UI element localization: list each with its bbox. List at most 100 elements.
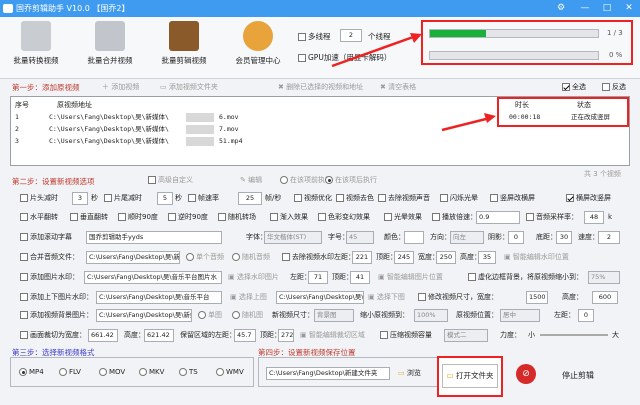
select-all-option[interactable]: 全选 — [562, 82, 586, 92]
scroll-subtitle-checkbox[interactable] — [20, 233, 28, 241]
size-height-input[interactable]: 600 — [592, 291, 618, 304]
single-audio-option[interactable]: 单个音频 — [186, 251, 224, 264]
choose-top-button[interactable]: ▣ 选择上图 — [230, 291, 267, 304]
bg-pic-path[interactable]: C:\Users\Fang\Desktop\吴\新媒体 — [96, 309, 192, 322]
color-picker[interactable] — [404, 231, 424, 244]
pic-watermark-checkbox[interactable] — [20, 273, 28, 281]
remove-audio-checkbox[interactable] — [378, 194, 386, 202]
fade-in-option[interactable]: 渐入效果 — [270, 210, 308, 224]
advanced-checkbox[interactable] — [148, 176, 156, 184]
select-all-checkbox[interactable] — [562, 83, 570, 91]
blur-background-checkbox[interactable] — [468, 273, 476, 281]
wm-height-input[interactable]: 35 — [478, 251, 496, 264]
light-effect-option[interactable]: 光晕效果 — [384, 210, 422, 224]
single-image-option[interactable]: 单图 — [198, 309, 222, 322]
scroll-text-input[interactable]: 国乔剪辑助手yyds — [86, 231, 222, 244]
scroll-speed-input[interactable]: 2 — [598, 231, 620, 244]
vflip-checkbox[interactable] — [70, 213, 78, 221]
clear-list-button[interactable]: ✖ 清空表格 — [380, 82, 416, 92]
single-image-radio[interactable] — [198, 311, 206, 319]
advanced-option[interactable]: 高级自定义 — [148, 175, 193, 185]
speed-select[interactable]: 0.9 — [476, 211, 520, 224]
batch-edit-button[interactable]: 批量剪辑视频 — [154, 21, 214, 66]
browse-button[interactable]: ▭ 浏览 — [398, 367, 421, 380]
size-width-input[interactable]: 1500 — [526, 291, 548, 304]
remove-watermark-option[interactable]: 去除视频水印 — [282, 250, 334, 264]
pic-watermark-path[interactable]: C:\Users\Fang\Desktop\吴\音乐平台图片水 — [84, 271, 222, 284]
shrink-select[interactable]: 100% — [414, 309, 448, 322]
close-button[interactable]: ✕ — [616, 0, 640, 17]
force-slider[interactable] — [540, 334, 608, 336]
random-transition-option[interactable]: 随机转场 — [218, 210, 256, 224]
decolor-checkbox[interactable] — [336, 194, 344, 202]
crop-checkbox[interactable] — [20, 331, 28, 339]
font-select[interactable]: 华文楷体(ST) — [264, 231, 322, 244]
keep-top-input[interactable]: 272 — [278, 329, 294, 342]
pic-watermark-option[interactable]: 添加图片水印： — [20, 270, 79, 284]
portrait-to-landscape-option[interactable]: 竖屏改横屏 — [490, 191, 535, 205]
batch-convert-button[interactable]: 批量转换视频 — [6, 21, 66, 66]
multithread-checkbox[interactable] — [298, 33, 306, 41]
random-image-option[interactable]: 随机图 — [232, 309, 263, 322]
wm-width-input[interactable]: 250 — [436, 251, 456, 264]
invert-option[interactable]: 反选 — [602, 82, 626, 92]
updown-pic-path[interactable]: C:\Users\Fang\Desktop\吴\音乐平台 — [96, 291, 222, 304]
format-wmv-radio[interactable] — [216, 368, 224, 376]
remove-watermark-checkbox[interactable] — [282, 253, 290, 261]
smart-watermark-button[interactable]: ▣ 智能编辑水印位置 — [504, 251, 569, 264]
pic-top-input[interactable]: 41 — [350, 271, 370, 284]
format-ts[interactable]: TS — [179, 366, 198, 379]
cut-tail-input[interactable]: 5 — [157, 192, 173, 205]
decolor-option[interactable]: 视频去色 — [336, 191, 374, 205]
updown-pic-option[interactable]: 添加上下图片水印： — [20, 290, 93, 304]
cut-head-checkbox[interactable] — [20, 194, 28, 202]
single-audio-radio[interactable] — [186, 253, 194, 261]
landscape-to-portrait-checkbox[interactable] — [566, 194, 574, 202]
member-center-button[interactable]: 会员管理中心 — [228, 21, 288, 66]
edit-button[interactable]: ✎ 编辑 — [240, 175, 262, 185]
rot90ccw-checkbox[interactable] — [168, 213, 176, 221]
after-radio[interactable] — [325, 176, 333, 184]
random-image-radio[interactable] — [232, 311, 240, 319]
fontsize-select[interactable]: 45 — [346, 231, 374, 244]
format-wmv[interactable]: WMV — [216, 366, 244, 379]
compress-mode-select[interactable]: 模式二 — [444, 329, 488, 342]
samplerate-checkbox[interactable] — [526, 213, 534, 221]
bg-left-input[interactable]: 0 — [578, 309, 594, 322]
optimize-option[interactable]: 视频优化 — [294, 191, 332, 205]
format-mkv-radio[interactable] — [139, 368, 147, 376]
random-audio-option[interactable]: 随机音频 — [232, 251, 270, 264]
modify-size-checkbox[interactable] — [418, 293, 426, 301]
new-size-select[interactable]: 背景图 — [314, 309, 354, 322]
random-audio-radio[interactable] — [232, 253, 240, 261]
bg-pic-option[interactable]: 添加视频背景图片： — [20, 308, 93, 322]
video-list[interactable]: 序号 原视频地址 时长 状态 1 C:\Users\Fang\Desktop\吴… — [10, 96, 630, 166]
merge-audio-path[interactable]: C:\Users\Fang\Desktop\吴\新媒 — [86, 251, 180, 264]
choose-watermark-button[interactable]: ▣ 选择水印图片 — [228, 271, 279, 284]
gpu-checkbox[interactable] — [298, 54, 306, 62]
keep-left-input[interactable]: 45.7 — [234, 329, 256, 342]
bg-pic-checkbox[interactable] — [20, 311, 28, 319]
flash-checkbox[interactable] — [440, 194, 448, 202]
rot90cw-checkbox[interactable] — [118, 213, 126, 221]
hflip-option[interactable]: 水平翻转 — [20, 210, 58, 224]
format-mkv[interactable]: MKV — [139, 366, 164, 379]
choose-bottom-button[interactable]: ▣ 选择下图 — [368, 291, 405, 304]
landscape-to-portrait-option[interactable]: 横屏改竖屏 — [566, 191, 611, 205]
remove-audio-option[interactable]: 去除视频声音 — [378, 191, 430, 205]
random-transition-checkbox[interactable] — [218, 213, 226, 221]
modify-size-option[interactable]: 修改视频尺寸，宽度： — [418, 290, 498, 304]
merge-audio-option[interactable]: 合并音频文件： — [20, 250, 79, 264]
add-video-button[interactable]: ＋ 添加视频 — [102, 82, 139, 92]
format-mov[interactable]: MOV — [99, 366, 125, 379]
color-change-option[interactable]: 色彩变幻效果 — [318, 210, 370, 224]
multithread-option[interactable]: 多线程 — [298, 31, 331, 42]
open-folder-button[interactable]: ▭ 打开文件夹 — [442, 364, 498, 388]
smart-picture-button[interactable]: ▣ 智能编辑图片位置 — [378, 271, 443, 284]
bottom-pic-path[interactable]: C:\Users\Fang\Desktop\吴\音乐平台 — [276, 291, 364, 304]
fps-input[interactable]: 25 — [238, 192, 262, 205]
format-mp4-radio[interactable] — [19, 368, 27, 376]
after-option[interactable]: 在该项后执行 — [325, 175, 377, 185]
color-change-checkbox[interactable] — [318, 213, 326, 221]
before-radio[interactable] — [280, 176, 288, 184]
